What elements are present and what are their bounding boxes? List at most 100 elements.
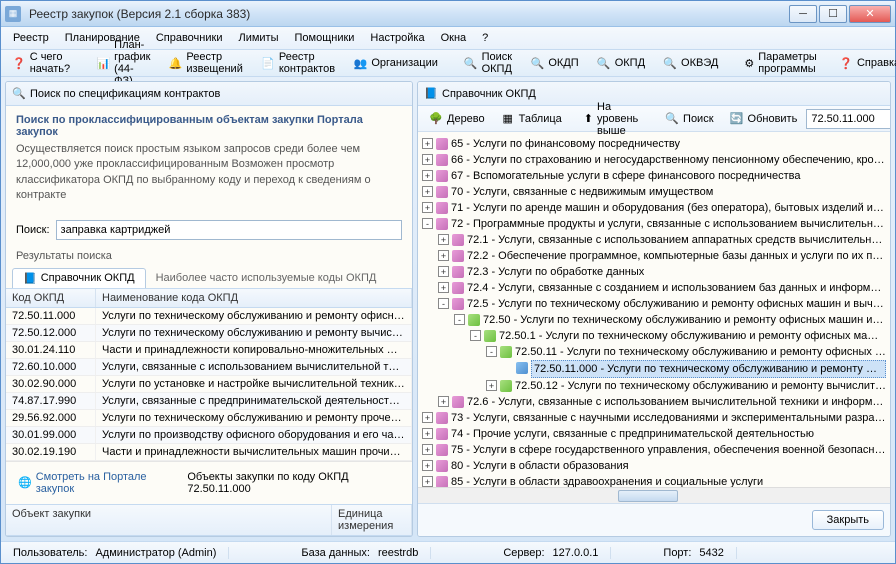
category-icon [436,138,448,150]
expand-toggle[interactable]: - [454,314,465,325]
tree-node[interactable]: +72.50.12 - Услуги по техническому обслу… [422,378,886,394]
menu-item[interactable]: Лимиты [230,30,286,46]
menu-item[interactable]: Окна [433,30,475,46]
expand-toggle[interactable]: + [438,396,449,407]
okpd-toolbar: 🌳Дерево ▦Таблица ⬆На уровень выше 🔍Поиск… [418,106,890,132]
tree-label: 72.4 - Услуги, связанные с созданием и и… [467,280,886,296]
search-panel-header: 🔍 Поиск по спецификациям контрактов [6,82,412,106]
tree-node[interactable]: +71 - Услуги по аренде машин и оборудова… [422,200,886,216]
tree-node[interactable]: +75 - Услуги в сфере государственного уп… [422,442,886,458]
expand-toggle[interactable]: + [438,282,449,293]
expand-toggle[interactable]: + [422,412,433,423]
tree-node[interactable]: +67 - Вспомогательные услуги в сфере фин… [422,168,886,184]
expand-toggle[interactable]: - [422,218,433,229]
category-icon [436,476,448,487]
tree-node[interactable]: +72.2 - Обеспечение программное, компьют… [422,248,886,264]
tree-node[interactable]: +74 - Прочие услуги, связанные с предпри… [422,426,886,442]
tree-label: 72.2 - Обеспечение программное, компьюте… [467,248,886,264]
toolbar-button[interactable]: 🔍ОКДП [523,53,585,73]
col-object[interactable]: Объект закупки [6,505,332,535]
col-unit[interactable]: Единица измерения [332,505,412,535]
toolbar-button[interactable]: ❓Справка [832,53,896,73]
table-row[interactable]: 30.02.90.000Услуги по установке и настро… [6,376,412,393]
expand-toggle[interactable]: + [422,428,433,439]
table-row[interactable]: 72.50.11.000Услуги по техническому обслу… [6,308,412,325]
expand-toggle[interactable]: + [422,154,433,165]
toolbar-button[interactable]: ⚙Параметры программы [737,48,828,78]
tree-node[interactable]: -72.50 - Услуги по техническому обслужив… [422,312,886,328]
expand-toggle[interactable]: - [486,346,497,357]
tree-node[interactable]: 72.50.11.000 - Услуги по техническому об… [422,360,886,378]
col-name[interactable]: Наименование кода ОКПД [96,289,412,307]
tree-node[interactable]: -72.50.11 - Услуги по техническому обслу… [422,344,886,360]
tree-node[interactable]: +66 - Услуги по страхованию и негосударс… [422,152,886,168]
category-icon [452,234,464,246]
view-portal-link[interactable]: 🌐 Смотреть на Портале закупок [12,468,187,498]
horizontal-scrollbar[interactable] [418,487,890,503]
table-row[interactable]: 74.87.17.990Услуги, связанные с предприн… [6,393,412,410]
expand-toggle[interactable]: + [422,476,433,487]
expand-toggle[interactable]: - [470,330,481,341]
minimize-button[interactable]: ─ [789,5,817,23]
table-row[interactable]: 72.60.10.000Услуги, связанные с использо… [6,359,412,376]
menu-item[interactable]: Настройка [362,30,432,46]
tree-label: 67 - Вспомогательные услуги в сфере фина… [451,168,801,184]
table-row[interactable]: 29.56.92.000Услуги по техническому обслу… [6,410,412,427]
table-row[interactable]: 30.02.19.190Части и принадлежности вычис… [6,444,412,461]
toolbar-button[interactable]: 🔍ОКПД [590,53,652,73]
tree-node[interactable]: +72.1 - Услуги, связанные с использовани… [422,232,886,248]
code-input[interactable] [806,109,891,129]
expand-toggle[interactable]: - [438,298,449,309]
expand-toggle[interactable]: + [422,460,433,471]
menu-item[interactable]: Реестр [5,30,57,46]
toolbar-button[interactable]: ❓С чего начать? [5,48,77,78]
expand-toggle[interactable]: + [422,138,433,149]
tab-okpd-reference[interactable]: 📘 Справочник ОКПД [12,268,146,288]
expand-toggle[interactable]: + [422,186,433,197]
expand-toggle[interactable]: + [486,380,497,391]
menu-item[interactable]: Справочники [148,30,231,46]
tree-view-button[interactable]: 🌳Дерево [422,109,492,129]
menu-item[interactable]: ? [474,30,496,46]
toolbar-button[interactable]: 🔍Поиск ОКПД [457,48,519,78]
expand-toggle[interactable]: + [438,266,449,277]
tree-node[interactable]: +85 - Услуги в области здравоохранения и… [422,474,886,487]
tree-node[interactable]: +72.3 - Услуги по обработке данных [422,264,886,280]
tree-node[interactable]: +73 - Услуги, связанные с научными иссле… [422,410,886,426]
expand-toggle[interactable]: + [438,250,449,261]
objects-grid: Объект закупки Единица измерения оказани… [6,504,412,536]
expand-toggle[interactable]: + [422,170,433,181]
tree-node[interactable]: +65 - Услуги по финансовому посредничест… [422,136,886,152]
toolbar-button[interactable]: 🔍ОКВЭД [656,53,725,73]
toolbar-button[interactable]: 📄Реестр контрактов [254,48,342,78]
okpd-tree[interactable]: +65 - Услуги по финансовому посредничест… [418,132,890,487]
tree-node[interactable]: -72.50.1 - Услуги по техническому обслуж… [422,328,886,344]
close-button[interactable]: ✕ [849,5,891,23]
expand-toggle[interactable]: + [422,202,433,213]
table-row[interactable]: 30.01.24.110Части и принадлежности копир… [6,342,412,359]
tree-node[interactable]: +80 - Услуги в области образования [422,458,886,474]
menu-item[interactable]: Помощники [286,30,362,46]
tree-node[interactable]: -72 - Программные продукты и услуги, свя… [422,216,886,232]
search-panel-title: Поиск по спецификациям контрактов [30,88,220,100]
results-grid: Код ОКПД Наименование кода ОКПД 72.50.11… [6,288,412,461]
search-input[interactable] [56,220,402,240]
toolbar-button[interactable]: 🔔Реестр извещений [162,48,250,78]
toolbar-button[interactable]: 👥Организации [346,53,445,73]
table-view-button[interactable]: ▦Таблица [494,109,569,129]
table-row[interactable]: 72.50.12.000Услуги по техническому обслу… [6,325,412,342]
expand-toggle[interactable]: + [438,234,449,245]
tree-node[interactable]: -72.5 - Услуги по техническому обслужива… [422,296,886,312]
tool-icon: 🔍 [464,56,478,70]
okpd-search-button[interactable]: 🔍Поиск [658,109,720,129]
expand-toggle[interactable]: + [422,444,433,455]
maximize-button[interactable]: ☐ [819,5,847,23]
tree-node[interactable]: +70 - Услуги, связанные с недвижимым иму… [422,184,886,200]
col-code[interactable]: Код ОКПД [6,289,96,307]
tree-node[interactable]: +72.6 - Услуги, связанные с использовани… [422,394,886,410]
close-panel-button[interactable]: Закрыть [812,510,884,530]
tree-node[interactable]: +72.4 - Услуги, связанные с созданием и … [422,280,886,296]
refresh-button[interactable]: 🔄Обновить [723,109,805,129]
table-row[interactable]: 30.01.99.000Услуги по производству офисн… [6,427,412,444]
category-icon [468,314,480,326]
